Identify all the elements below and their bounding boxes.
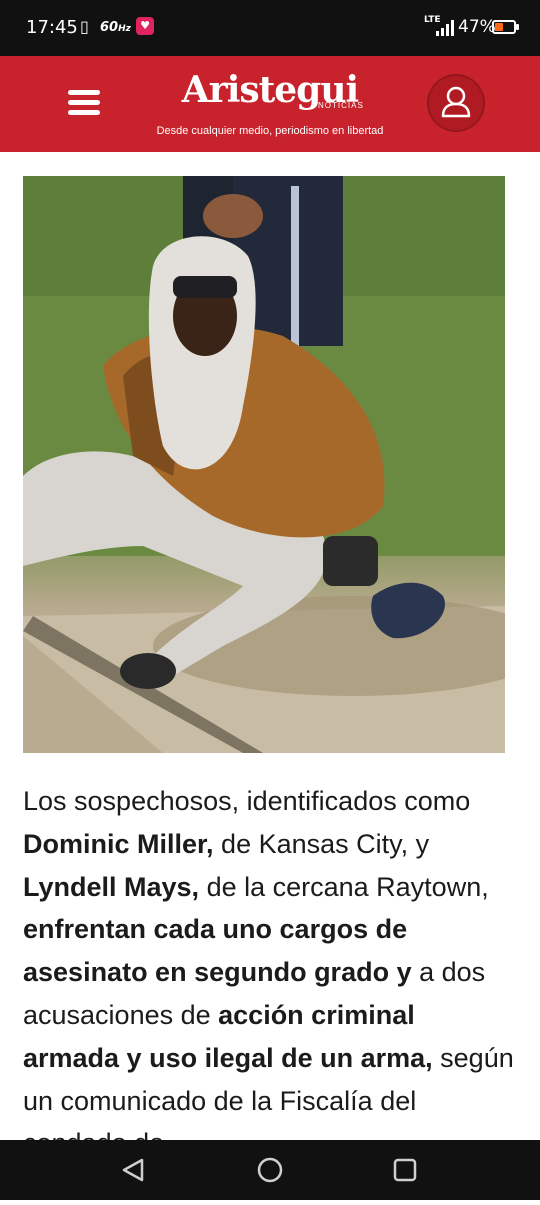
article-photo[interactable] [23,176,505,753]
site-header: Aristegui NOTICIAS Desde cualquier medio… [0,56,540,152]
signal-icon [436,20,454,36]
recents-icon[interactable] [365,1140,445,1200]
battery-icon [492,20,516,34]
recents-icon-glyph [393,1158,417,1182]
home-icon[interactable] [230,1140,310,1200]
battery-level [495,23,503,31]
status-time: 17:45 [26,17,78,38]
article-bold-text: Dominic Miller, [23,828,214,859]
article-bold-text: enfrentan cada uno cargos de asesinato e… [23,914,412,988]
article-text-run: de la cercana Raytown, [199,871,489,902]
system-nav-bar [0,1140,540,1200]
user-profile-icon[interactable] [427,74,485,132]
back-icon-glyph [122,1158,144,1182]
refresh-rate: 60Hz [100,20,131,35]
article-text-run: de Kansas City, y [213,828,430,859]
battery-percent: 47% [458,17,496,37]
home-icon-glyph [257,1157,283,1183]
battery-tip [516,24,519,30]
article-bold-text: Lyndell Mays, [23,871,200,902]
site-logo-sub: NOTICIAS [318,101,364,110]
user-icon-glyph [441,86,471,118]
article-photo-illustration [23,176,505,753]
article-paragraph: Los sospechosos, identificados como Domi… [23,780,517,1140]
status-bar: 17:45 ▯ 60Hz ♥ LTE 47% [0,0,540,56]
back-icon[interactable] [93,1140,173,1200]
health-app-icon: ♥ [136,17,154,35]
article-text-run: Los sospechosos, identificados como [23,786,471,816]
vibrate-icon: ▯ [80,17,89,36]
